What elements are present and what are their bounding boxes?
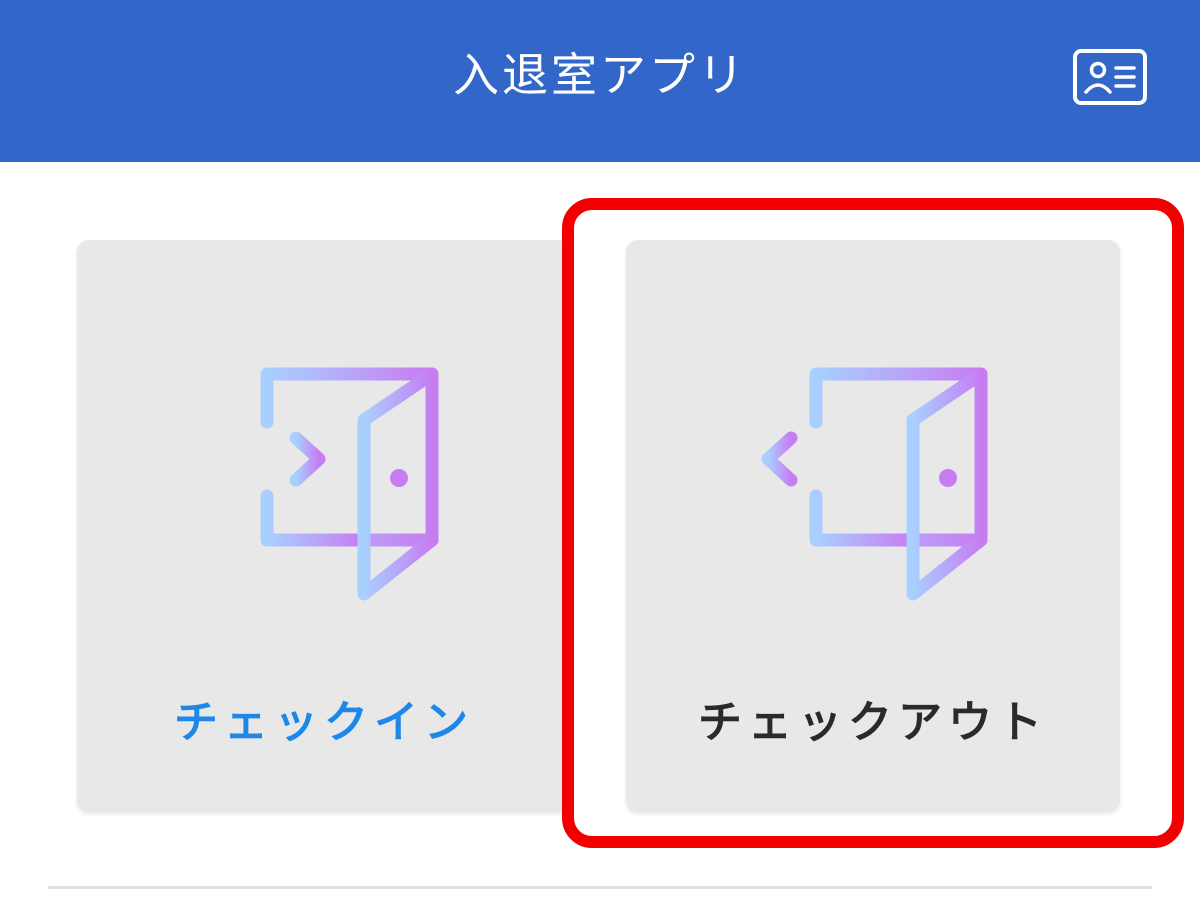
checkin-label: チェックイン (174, 697, 474, 748)
id-card-button[interactable] (1068, 44, 1152, 110)
enter-door-icon (204, 367, 439, 601)
app-header: 入退室アプリ (0, 0, 1200, 162)
checkin-button[interactable]: チェックイン (77, 240, 571, 812)
exit-door-icon (761, 367, 988, 601)
page-title: 入退室アプリ (453, 48, 747, 102)
id-card-icon (1073, 49, 1147, 105)
divider (48, 886, 1152, 889)
checkout-label: チェックアウト (698, 697, 1048, 748)
checkout-button[interactable]: チェックアウト (626, 240, 1120, 812)
